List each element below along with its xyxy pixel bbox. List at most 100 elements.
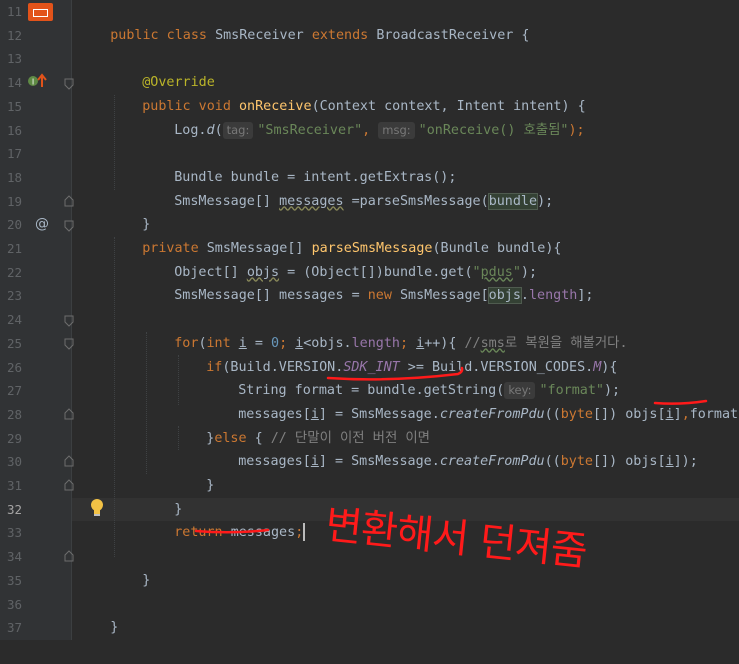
svg-text:I: I [32, 78, 34, 87]
fold-marker[interactable] [64, 455, 74, 467]
line-number: 24 [6, 312, 22, 328]
code-token: messages [230, 525, 296, 541]
line-number: 18 [6, 169, 22, 185]
code-line-25[interactable]: if(Build.VERSION.SDK_INT >= Build.VERSIO… [174, 332, 617, 375]
code-token: ; [295, 525, 304, 541]
code-line-34[interactable]: } [110, 545, 150, 588]
fold-marker[interactable] [64, 315, 74, 327]
lightbulb-icon[interactable] [89, 498, 105, 518]
parameter-hint: msg: [378, 121, 415, 139]
override-method-icon[interactable]: I [27, 73, 49, 89]
line-number: 31 [6, 478, 22, 493]
code-token: objs [487, 287, 522, 305]
code-line-21[interactable]: Object[] objs = (Object[])bundle.get("pd… [142, 237, 537, 280]
code-token: d [206, 122, 215, 138]
code-line-22[interactable]: SmsMessage[] messages = new SmsMessage[o… [142, 261, 593, 305]
parameter-hint: tag: [222, 121, 254, 139]
code-token: createFromPdu [439, 454, 545, 470]
code-token: return [174, 525, 231, 541]
code-line-16[interactable]: Log.d(tag: "SmsReceiver", msg: "onReceive(… [142, 95, 585, 139]
code-token: i [665, 406, 674, 422]
line-number: 36 [6, 596, 22, 612]
java-file-icon[interactable] [28, 3, 53, 21]
line-number: 22 [6, 264, 22, 280]
code-token: SmsMessage[] messages = [174, 288, 368, 304]
line-number: 26 [6, 359, 22, 375]
line-number: 23 [6, 288, 22, 304]
code-token: []) objs[ [593, 406, 666, 422]
svg-text:@: @ [35, 216, 49, 231]
code-token: SmsMessage[ [399, 288, 489, 304]
code-token: "onReceive() 호출됨" [418, 122, 569, 138]
code-token: messages[ [238, 454, 311, 470]
code-line-11[interactable]: public class SmsReceiver extends Broadca… [78, 0, 529, 43]
line-number-active: 32 [6, 501, 22, 517]
indent-guide [114, 237, 115, 557]
fold-marker[interactable] [64, 78, 74, 90]
code-token: ( [214, 122, 223, 138]
line-number: 16 [6, 122, 22, 138]
code-token: format [689, 406, 739, 422]
line-number: 21 [6, 241, 22, 256]
code-line-26[interactable]: String format = bundle.getString(key: "fo… [206, 356, 620, 400]
code-token: } [206, 478, 215, 493]
code-token: (( [544, 454, 561, 470]
code-line-20[interactable]: private SmsMessage[] parseSmsMessage(Bun… [110, 213, 561, 256]
line-number: 15 [6, 98, 22, 114]
code-line-29[interactable]: messages[i] = SmsMessage.createFromPdu((… [206, 427, 698, 469]
code-token: byte [560, 406, 593, 422]
code-line-32[interactable]: return messages; [142, 498, 306, 542]
code-token: []) objs[ [593, 454, 666, 470]
code-token: (( [544, 406, 561, 422]
line-number: 20 [6, 217, 22, 233]
code-line-36[interactable]: } [78, 593, 118, 635]
line-number: 37 [6, 620, 22, 636]
code-line-13[interactable]: @Override [110, 47, 215, 90]
code-token: public class [110, 27, 216, 43]
at-annotation-icon[interactable]: @ [34, 215, 50, 231]
line-number: 14 [6, 75, 22, 91]
fold-marker[interactable] [64, 550, 74, 562]
code-token: length [528, 288, 578, 304]
code-line-30[interactable]: } [174, 450, 214, 493]
code-token: , [362, 122, 379, 138]
code-token: byte [560, 454, 593, 470]
code-token: ] = SmsMessage. [318, 454, 440, 470]
line-number: 27 [6, 383, 22, 399]
line-number: 34 [6, 549, 22, 565]
code-line-28[interactable]: }else { // 단말이 이전 버전 이면 [174, 403, 430, 446]
code-token: SmsMessage[] [174, 193, 280, 209]
line-number: 17 [6, 146, 22, 162]
fold-marker[interactable] [64, 220, 74, 232]
code-line-31[interactable]: } [142, 474, 182, 517]
fold-marker[interactable] [64, 195, 74, 207]
line-number: 30 [6, 454, 22, 470]
code-token: . [520, 288, 529, 304]
code-token: i [310, 454, 319, 470]
code-token: } [142, 572, 151, 588]
line-number: 25 [6, 335, 22, 351]
text-caret [303, 523, 306, 542]
code-token: ]; [577, 288, 594, 304]
code-line-19[interactable]: } [110, 190, 150, 232]
code-line-18[interactable]: SmsMessage[] messages =parseSmsMessage(b… [142, 166, 553, 210]
code-line-17[interactable]: Bundle bundle = intent.getExtras(); [142, 142, 456, 185]
line-number: 35 [6, 572, 22, 588]
code-token: ); [568, 122, 585, 138]
code-line-14[interactable]: public void onReceive(Context context, I… [110, 71, 585, 114]
code-token: ); [537, 193, 554, 209]
fold-marker[interactable] [64, 338, 74, 350]
code-editor[interactable]: 11 12 13 14 15 16 17 18 19 20 21 22 23 2… [0, 0, 739, 640]
code-token: messages [279, 193, 344, 209]
code-token: "SmsReceiver" [257, 122, 363, 138]
code-token: new [367, 288, 400, 304]
line-number: 33 [6, 525, 22, 541]
code-token: extends [311, 27, 377, 43]
code-line-27[interactable]: messages[i] = SmsMessage.createFromPdu((… [206, 379, 739, 422]
code-line-24[interactable]: for(int i = 0; i<objs.length; i++){ //sm… [142, 308, 627, 351]
line-number: 11 [6, 4, 22, 19]
line-number: 13 [6, 51, 22, 67]
code-token: ] [673, 406, 682, 422]
fold-marker[interactable] [64, 408, 74, 420]
fold-marker[interactable] [64, 479, 74, 491]
